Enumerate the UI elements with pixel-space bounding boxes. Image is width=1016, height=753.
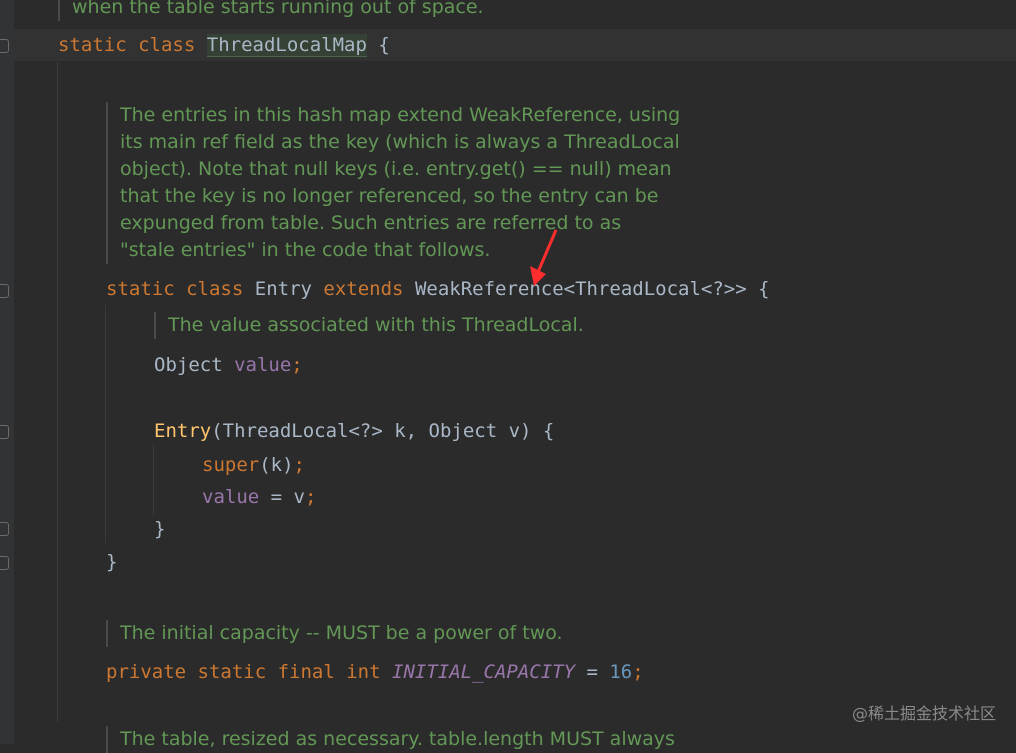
constant-name[interactable]: INITIAL_CAPACITY: [392, 661, 575, 683]
parent-type[interactable]: WeakReference<ThreadLocal<?>>: [415, 278, 747, 300]
type-name: Object: [154, 354, 223, 376]
fold-icon[interactable]: [0, 284, 9, 298]
keyword: class: [186, 278, 244, 300]
fold-icon[interactable]: [0, 39, 9, 53]
assign-rest: = v: [259, 486, 305, 508]
indent-guide: [57, 62, 58, 722]
javadoc-fragment-bottom: The table, resized as necessary. table.l…: [106, 726, 675, 753]
indent-guide: [105, 305, 106, 543]
brace: {: [378, 34, 390, 56]
class-name[interactable]: ThreadLocalMap: [206, 34, 367, 57]
constructor-name[interactable]: Entry: [154, 420, 211, 442]
editor-gutter: [0, 0, 14, 744]
brace: {: [758, 278, 770, 300]
code-line-entry-class[interactable]: static class Entry extends WeakReference…: [106, 277, 770, 301]
javadoc-capacity: The initial capacity -- MUST be a power …: [106, 620, 563, 647]
code-line-threadlocalmap[interactable]: static class ThreadLocalMap {: [58, 33, 390, 57]
keyword: extends: [323, 278, 404, 300]
code-line-capacity[interactable]: private static final int INITIAL_CAPACIT…: [106, 660, 644, 684]
semicolon: ;: [291, 354, 303, 376]
keyword: super: [202, 454, 260, 476]
javadoc-entries: The entries in this hash map extend Weak…: [106, 102, 680, 264]
close-brace-outer: }: [106, 551, 118, 573]
red-arrow-annotation: [530, 229, 558, 286]
code-line-constructor[interactable]: Entry(ThreadLocal<?> k, Object v) {: [154, 419, 554, 443]
constructor-params: (ThreadLocal<?> k, Object v) {: [211, 420, 555, 442]
fold-icon[interactable]: [0, 425, 9, 439]
number-literal: 16: [609, 661, 633, 683]
fold-icon[interactable]: [0, 556, 9, 570]
javadoc-value: The value associated with this ThreadLoc…: [154, 312, 584, 339]
semicolon: ;: [632, 661, 644, 683]
indent-guide: [153, 445, 154, 515]
code-line-super[interactable]: super(k);: [202, 453, 305, 477]
keyword: class: [138, 34, 196, 56]
field-name[interactable]: value: [234, 354, 291, 376]
code-line-field[interactable]: Object value;: [154, 353, 303, 377]
class-name[interactable]: Entry: [255, 278, 312, 300]
semicolon: ;: [293, 454, 305, 476]
close-brace-inner: }: [154, 518, 166, 540]
keyword: static: [58, 34, 127, 56]
field-name[interactable]: value: [202, 486, 259, 508]
keyword: private static final int: [106, 661, 381, 683]
equals: =: [575, 661, 610, 683]
call-args: (k): [259, 454, 294, 476]
javadoc-fragment-top: when the table starts running out of spa…: [58, 0, 484, 21]
watermark: @稀土掘金技术社区: [851, 704, 996, 723]
fold-icon[interactable]: [0, 522, 9, 536]
code-line-assign[interactable]: value = v;: [202, 485, 316, 509]
semicolon: ;: [304, 486, 317, 508]
keyword: static: [106, 278, 175, 300]
